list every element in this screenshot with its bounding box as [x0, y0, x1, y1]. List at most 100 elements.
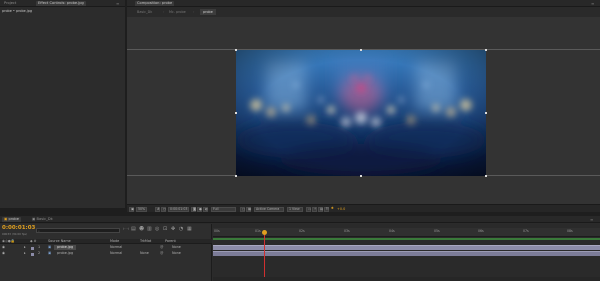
current-time-display[interactable]: 0:00:01:03: [2, 225, 35, 231]
ruler-label: 01s: [255, 229, 261, 233]
image-layer-icon: ▣: [48, 251, 52, 255]
composition-navigator: Basic_Dk › Mc. probe › probe: [127, 8, 600, 16]
frame-info: 00033 (30.00 fps): [2, 232, 28, 236]
composition-panel: Composition: probe ≡ Basic_Dk › Mc. prob…: [127, 0, 600, 212]
tab-timeline-probe-label: probe: [8, 217, 19, 221]
work-area-bar[interactable]: [213, 238, 600, 240]
visibility-icon[interactable]: ◉: [2, 245, 5, 250]
transform-handle[interactable]: [360, 49, 362, 51]
zoom-dropdown[interactable]: 50%: [136, 206, 148, 212]
nav-item-mc-probe[interactable]: Mc. probe: [169, 10, 186, 14]
timecode-display[interactable]: 0:00:01:03: [168, 206, 190, 212]
ruler-label: 08s: [567, 229, 573, 233]
ruler-label: 06s: [478, 229, 484, 233]
transform-handle[interactable]: [235, 49, 237, 51]
source-name-header[interactable]: Source Name: [48, 239, 71, 244]
ruler-label: 05s: [434, 229, 440, 233]
tab-timeline-probe[interactable]: ▣ probe: [2, 217, 21, 222]
live-update-icon[interactable]: ◔: [179, 226, 183, 232]
shy-icon[interactable]: ☻: [139, 226, 144, 232]
tab-composition[interactable]: Composition: probe: [135, 1, 175, 6]
mode-header[interactable]: Mode: [110, 239, 119, 244]
layer-row[interactable]: ◉ ▸ 1 ▣ probe.jpg Normal @ None: [0, 245, 212, 251]
visibility-icon[interactable]: ◉: [2, 251, 5, 256]
view-layout-dropdown[interactable]: 1 View: [287, 206, 303, 212]
timeline-icon[interactable]: ▤: [318, 206, 323, 212]
label-color-header-icon: ◆ #: [30, 238, 37, 243]
transform-handle[interactable]: [235, 175, 237, 177]
timeline-search-input[interactable]: ⌕: [36, 228, 120, 233]
trkmat-header[interactable]: TrkMat: [140, 239, 151, 244]
layer-bar[interactable]: [213, 245, 600, 250]
composition-menu-icon[interactable]: ≡: [591, 1, 594, 6]
playhead-line: [264, 235, 265, 281]
ruler-label: 03s: [344, 229, 350, 233]
fast-preview-icon[interactable]: ⚡: [312, 206, 317, 212]
exposure-value[interactable]: +0.0: [337, 207, 345, 211]
label-color-swatch[interactable]: [31, 252, 34, 256]
transparency-grid-icon[interactable]: ▦: [246, 206, 251, 212]
magnification-icon[interactable]: ▣: [129, 206, 134, 212]
av-switch-icons: ◉◎●🔒: [2, 238, 16, 243]
tab-timeline-basic-label: Basic_Dk: [36, 217, 53, 221]
expand-arrow-icon[interactable]: ▸: [24, 245, 26, 250]
composition-image[interactable]: [236, 50, 486, 176]
show-snapshot-icon[interactable]: ●: [197, 206, 202, 212]
composition-viewer[interactable]: [127, 17, 600, 204]
layer-bar[interactable]: [213, 251, 600, 256]
parent-header[interactable]: Parent: [165, 239, 176, 244]
flowchart-icon[interactable]: ☷: [324, 206, 329, 212]
layer-mode-dropdown[interactable]: Normal: [110, 245, 122, 250]
composition-tab-bar: Composition: probe ≡: [127, 0, 600, 7]
graph-editor-icon[interactable]: ⊡: [163, 226, 167, 232]
tab-project[interactable]: Project: [2, 1, 18, 6]
motion-blur-icon[interactable]: ◎: [155, 226, 159, 232]
draft-3d-icon[interactable]: ▤: [131, 226, 136, 232]
layer-row[interactable]: ◉ ▸ 2 ▣ probe.jpg Normal None @ None: [0, 251, 212, 257]
nav-separator-icon: ›: [193, 10, 195, 14]
transform-handle[interactable]: [235, 112, 237, 114]
channel-icon[interactable]: ◐: [203, 206, 208, 212]
region-of-interest-icon[interactable]: ▢: [240, 206, 245, 212]
layer-parent-dropdown[interactable]: None: [172, 245, 181, 250]
transform-handle[interactable]: [360, 175, 362, 177]
resolution-dropdown[interactable]: Full: [211, 206, 236, 212]
layer-outline: 0:00:01:03 00033 (30.00 fps) ⌕ ⊢⊣ ▤ ☻ ▥ …: [0, 224, 212, 281]
project-tab-bar: Project Effect Controls: probe.jpg ≡: [0, 0, 125, 7]
image-layer-icon: ▣: [48, 245, 52, 249]
parent-pickwhip-icon[interactable]: @: [160, 251, 163, 256]
camera-dropdown[interactable]: Active Camera: [254, 206, 284, 212]
timeline-zoom-slider[interactable]: [213, 277, 600, 281]
ruler-label: 00s: [214, 229, 220, 233]
ruler-label: 02s: [299, 229, 305, 233]
layer-parent-dropdown[interactable]: None: [172, 251, 181, 256]
parent-pickwhip-icon[interactable]: @: [160, 245, 163, 250]
frame-blending-icon[interactable]: ▥: [147, 226, 152, 232]
tab-timeline-basic[interactable]: ▣ Basic_Dk: [30, 217, 55, 222]
time-ruler[interactable]: [213, 228, 600, 237]
brainstorm-icon[interactable]: ✤: [171, 226, 175, 232]
nav-item-probe[interactable]: probe: [200, 9, 216, 15]
exposure-icon[interactable]: ✱: [330, 206, 335, 212]
grid-icon[interactable]: #: [155, 206, 160, 212]
layer-trkmat-dropdown[interactable]: None: [140, 251, 149, 256]
tab-effect-controls[interactable]: Effect Controls: probe.jpg: [36, 1, 86, 6]
timeline-menu-icon[interactable]: ≡: [590, 217, 593, 222]
transform-handle[interactable]: [485, 112, 487, 114]
comp-mini-flowchart-icon[interactable]: ⊢⊣: [123, 227, 129, 231]
mask-icon[interactable]: ○: [161, 206, 166, 212]
pixel-aspect-icon[interactable]: ▭: [306, 206, 311, 212]
transform-handle[interactable]: [485, 49, 487, 51]
layer-mode-dropdown[interactable]: Normal: [110, 251, 122, 256]
panel-menu-icon[interactable]: ≡: [116, 1, 119, 6]
transform-handle[interactable]: [485, 175, 487, 177]
expand-arrow-icon[interactable]: ▸: [24, 251, 26, 256]
layer-name[interactable]: probe.jpg: [54, 251, 76, 256]
layer-index: 1: [38, 245, 41, 249]
nav-item-basic[interactable]: Basic_Dk: [137, 10, 152, 14]
chart-icon[interactable]: ▦: [187, 226, 192, 232]
snapshot-icon[interactable]: ◙: [191, 206, 196, 212]
timeline-tab-bar: ▣ probe ▣ Basic_Dk ≡: [0, 216, 600, 223]
layer-name[interactable]: probe.jpg: [54, 245, 77, 250]
label-color-swatch[interactable]: [31, 246, 34, 250]
